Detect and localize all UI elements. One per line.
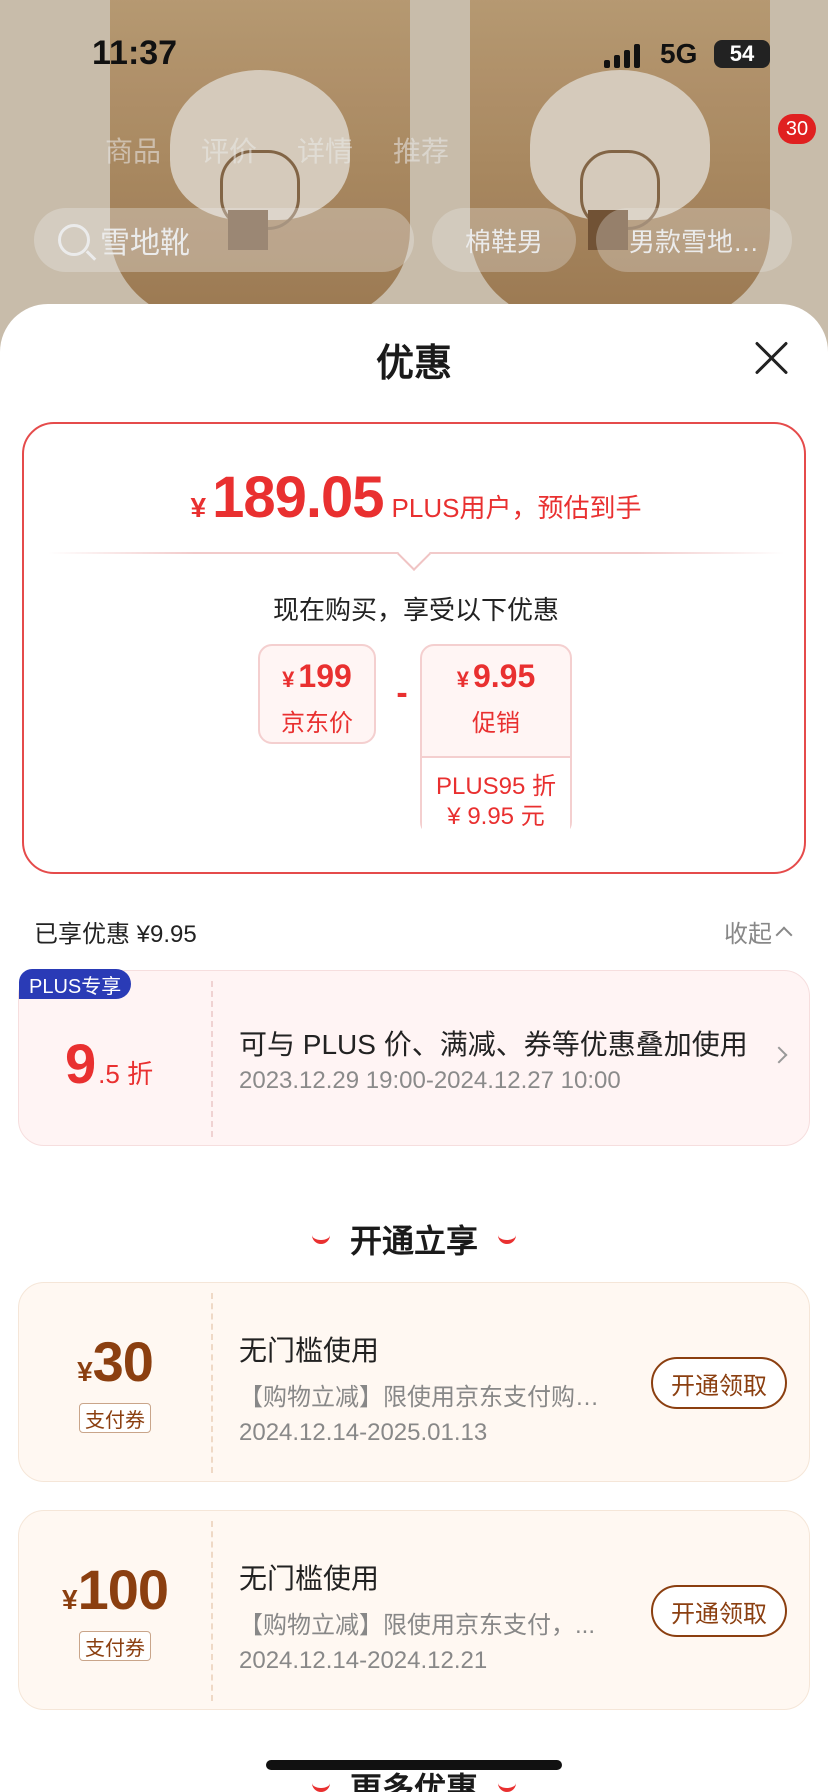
- open-claim-button[interactable]: 开通领取: [651, 1585, 787, 1637]
- plus-offer-dates: 2023.12.29 19:00-2024.12.27 10:00: [239, 1067, 621, 1094]
- jd-price-amount: 199: [298, 658, 352, 694]
- coupon-dates: 2024.12.14-2025.01.13: [239, 1419, 488, 1446]
- promo-detail-line1: PLUS95 折: [435, 773, 557, 800]
- discount-sheet: 优惠 ¥ 189.05 PLUS用户，预估到手 现在购买，享受以下优惠 ¥199…: [0, 304, 828, 1792]
- plus-exclusive-badge: PLUS专享: [19, 969, 132, 999]
- chevron-right-icon: [770, 1046, 788, 1064]
- promo-box: ¥9.95 促销 PLUS95 折 ¥ 9.95 元: [420, 644, 572, 846]
- coupon-value: 30: [92, 1330, 154, 1393]
- dashed-divider: [211, 1521, 213, 1701]
- cart-count-badge: 30: [778, 114, 816, 144]
- coupon-value: 100: [77, 1558, 169, 1621]
- coupon-description: 【购物立减】限使用京东支付，...: [239, 1612, 596, 1639]
- network-type: 5G: [660, 38, 698, 69]
- open-claim-button[interactable]: 开通领取: [651, 1357, 787, 1409]
- coupon-type-tag: 支付券: [79, 1631, 151, 1661]
- promo-detail-line2: ¥ 9.95 元: [447, 803, 545, 830]
- decor-smile-icon: [311, 1782, 330, 1792]
- jd-price-box: ¥199 京东价: [258, 644, 376, 744]
- dashed-divider: [211, 1293, 213, 1473]
- collapse-label: 收起: [724, 921, 772, 948]
- open-section-header: 开通立享: [0, 1216, 828, 1262]
- coupon-amount: ¥100: [19, 1557, 211, 1622]
- estimate-currency: ¥: [190, 492, 207, 523]
- sheet-title: 优惠: [375, 343, 452, 385]
- plus-discount-rate: 9 .5 折: [65, 1031, 153, 1096]
- dashed-divider: [211, 981, 213, 1137]
- status-bar: 11:37 5G 54: [0, 0, 828, 110]
- signal-strength-icon: [604, 42, 640, 68]
- close-icon[interactable]: [752, 338, 792, 378]
- buy-now-text: 现在购买，享受以下优惠: [272, 595, 559, 625]
- coupon-dates: 2024.12.14-2024.12.21: [239, 1647, 488, 1674]
- decor-smile-icon: [311, 1234, 330, 1244]
- estimated-price-card: ¥ 189.05 PLUS用户，预估到手 现在购买，享受以下优惠 ¥199 京东…: [22, 422, 806, 874]
- status-time: 11:37: [92, 34, 178, 72]
- jd-price-currency: ¥: [282, 667, 295, 692]
- chevron-up-icon: [775, 926, 793, 943]
- plus-offer-description: 可与 PLUS 价、满减、券等优惠叠加使用: [239, 1029, 748, 1060]
- estimated-price: ¥ 189.05 PLUS用户，预估到手: [24, 464, 808, 531]
- estimate-note: PLUS用户，预估到手: [391, 493, 642, 523]
- discount-sub: .5 折: [98, 1059, 154, 1089]
- coupon-title: 无门槛使用: [239, 1563, 380, 1594]
- open-section-title: 开通立享: [349, 1223, 478, 1259]
- coupon-card: ¥30 支付券 无门槛使用 【购物立减】限使用京东支付购买... 2024.12…: [18, 1282, 810, 1482]
- jd-price-label: 京东价: [281, 710, 353, 737]
- plus-exclusive-offer[interactable]: PLUS专享 9 .5 折 可与 PLUS 价、满减、券等优惠叠加使用 2023…: [18, 969, 810, 1146]
- estimate-price-value: 189.05: [212, 465, 384, 530]
- enjoyed-discount-text: 已享优惠 ¥9.95: [34, 921, 197, 948]
- decor-smile-icon: [498, 1234, 516, 1244]
- battery-icon: 54: [714, 40, 770, 68]
- coupon-currency: ¥: [77, 1356, 93, 1387]
- minus-sign: -: [396, 674, 408, 712]
- discount-main: 9: [65, 1032, 97, 1095]
- promo-currency: ¥: [456, 667, 469, 692]
- collapse-button[interactable]: 收起: [724, 914, 793, 949]
- coupon-type-tag: 支付券: [79, 1403, 151, 1433]
- coupon-amount: ¥30: [19, 1329, 211, 1394]
- promo-amount: 9.95: [472, 658, 536, 694]
- decor-smile-icon: [498, 1782, 516, 1792]
- divider-notch: [397, 537, 431, 571]
- coupon-title: 无门槛使用: [239, 1335, 380, 1366]
- coupon-description: 【购物立减】限使用京东支付购买...: [239, 1384, 599, 1411]
- promo-label: 促销: [472, 710, 520, 737]
- coupon-card: ¥100 支付券 无门槛使用 【购物立减】限使用京东支付，... 2024.12…: [18, 1510, 810, 1710]
- coupon-currency: ¥: [61, 1584, 78, 1615]
- home-indicator[interactable]: [266, 1760, 562, 1770]
